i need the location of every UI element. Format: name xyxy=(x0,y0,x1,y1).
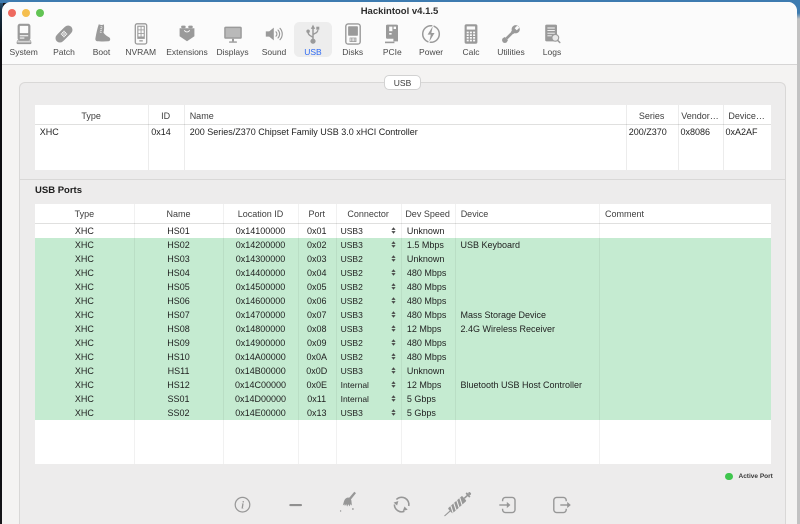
svg-text:i: i xyxy=(241,500,244,511)
